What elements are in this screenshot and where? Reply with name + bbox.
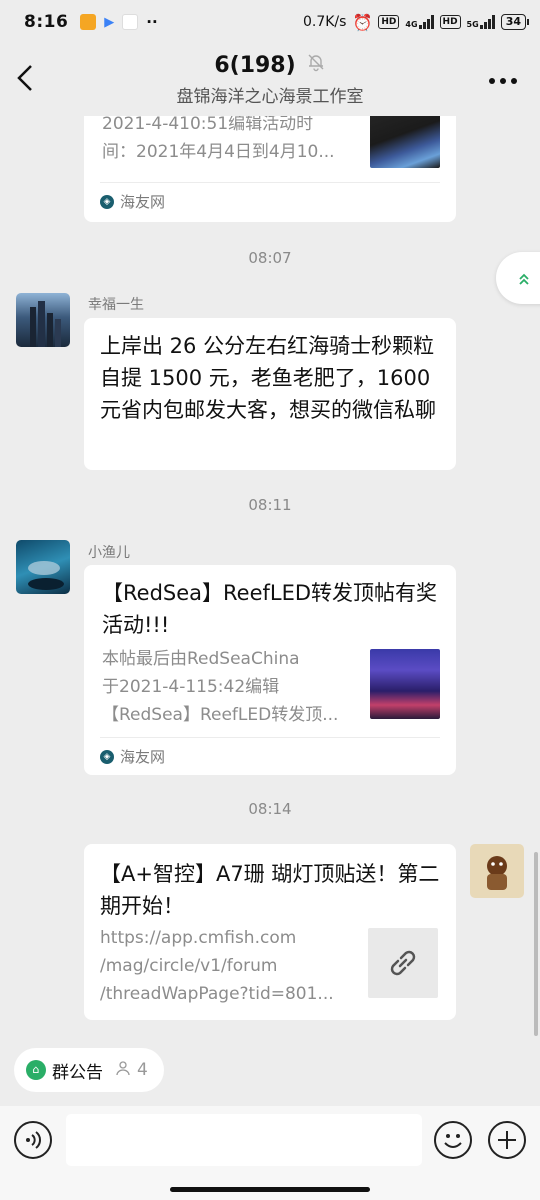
chat-title-block: 6(198) 盘锦海洋之心海景工作室 — [0, 52, 540, 108]
card-title: 【A+智控】A7珊 瑚灯顶贴送！第二期开始！ — [100, 862, 440, 918]
notice-label: 群公告 — [52, 1062, 103, 1083]
message-timestamp: 08:11 — [248, 496, 292, 514]
plus-icon[interactable] — [488, 1121, 526, 1159]
hd-badge: HD — [378, 15, 400, 29]
home-indicator — [170, 1187, 370, 1192]
link-icon — [368, 928, 438, 998]
signal-icon: 4G — [405, 15, 434, 29]
source-icon: ◈ — [100, 194, 114, 209]
hd-badge-2: HD — [439, 15, 461, 29]
card-source: 海友网 — [120, 748, 166, 766]
play-icon: ▶ — [104, 14, 115, 30]
link-card[interactable]: 【RedSea】ReefLED转发顶帖有奖活动!!! 本帖最后由RedSeaCh… — [84, 565, 456, 775]
sender-name: 小渔儿 — [88, 545, 130, 561]
card-desc-line: 于2021-4-115:42编辑 — [102, 677, 280, 697]
avatar[interactable] — [470, 844, 524, 898]
chat-messages[interactable]: 2021-4-410:51编辑活动时 间：2021年4月4日到4月10... ◈… — [0, 116, 540, 1036]
signal-icon-2: 5G — [467, 15, 495, 29]
avatar[interactable] — [16, 540, 70, 594]
net-speed: 0.7K/s — [302, 14, 347, 30]
card-footer: ◈ 海友网 — [100, 182, 440, 220]
card-desc-line: 【RedSea】ReefLED转发顶... — [102, 705, 339, 725]
alarm-clock-icon: ⏰ — [352, 12, 373, 32]
double-chevron-up-icon[interactable] — [496, 252, 540, 304]
more-dots-icon[interactable] — [488, 62, 518, 92]
video-app-icon — [122, 14, 139, 30]
chat-header: 6(198) 盘锦海洋之心海景工作室 — [0, 44, 540, 116]
battery-icon: 34 — [500, 14, 530, 30]
card-thumbnail — [370, 116, 440, 168]
card-desc-line: 2021-4-410:51编辑活动时 — [102, 116, 314, 134]
card-desc-line: 本帖最后由RedSeaChina — [102, 649, 300, 669]
chat-subtitle: 盘锦海洋之心海景工作室 — [176, 87, 364, 107]
message-timestamp: 08:07 — [248, 249, 292, 267]
network-type: 4G — [405, 20, 418, 29]
message-bubble[interactable]: 上岸出 26 公分左右红海骑士秒颗粒自提 1500 元，老鱼老肥了，1600 元… — [84, 318, 456, 470]
group-notice-button[interactable]: ⌂ 群公告 4 — [14, 1048, 164, 1092]
status-time: 8:16 — [24, 12, 69, 32]
scrollbar[interactable] — [534, 852, 538, 1036]
sender-name: 幸福一生 — [88, 297, 144, 313]
card-source: 海友网 — [120, 193, 166, 211]
card-thumbnail — [370, 649, 440, 719]
message-text: 上岸出 26 公分左右红海骑士秒颗粒自提 1500 元，老鱼老肥了，1600 元… — [100, 334, 436, 422]
voice-icon[interactable] — [14, 1121, 52, 1159]
card-footer: ◈ 海友网 — [100, 737, 440, 775]
message-input-bar — [0, 1106, 540, 1200]
chat-title: 6(198) — [214, 52, 296, 78]
member-count: 4 — [137, 1060, 148, 1080]
card-desc-line: 间：2021年4月4日到4月10... — [102, 142, 335, 162]
card-url-line: /mag/circle/v1/forum — [100, 956, 278, 976]
bell-off-icon — [306, 52, 326, 78]
source-icon: ◈ — [100, 749, 114, 764]
card-url-line: /threadWapPage?tid=801... — [100, 984, 334, 1004]
link-card[interactable]: 【A+智控】A7珊 瑚灯顶贴送！第二期开始！ https://app.cmfis… — [84, 844, 456, 1020]
message-input[interactable] — [66, 1114, 422, 1166]
more-notifications-icon: ·· — [146, 13, 158, 31]
card-url-line: https://app.cmfish.com — [100, 928, 297, 948]
announcement-icon: ⌂ — [26, 1060, 46, 1080]
notification-icons: ▶ ·· — [80, 13, 158, 31]
app-notification-icon — [80, 14, 97, 30]
emoji-icon[interactable] — [434, 1121, 472, 1159]
avatar[interactable] — [16, 293, 70, 347]
card-title: 【RedSea】ReefLED转发顶帖有奖活动!!! — [102, 581, 438, 637]
network-type-2: 5G — [466, 20, 479, 29]
person-icon — [115, 1060, 131, 1080]
group-notice-bar: ⌂ 群公告 4 — [0, 1036, 540, 1106]
status-bar: 8:16 ▶ ·· 0.7K/s ⏰ HD 4G HD 5G 34 — [0, 0, 540, 44]
link-card[interactable]: 2021-4-410:51编辑活动时 间：2021年4月4日到4月10... ◈… — [84, 116, 456, 222]
message-timestamp: 08:14 — [248, 800, 292, 818]
